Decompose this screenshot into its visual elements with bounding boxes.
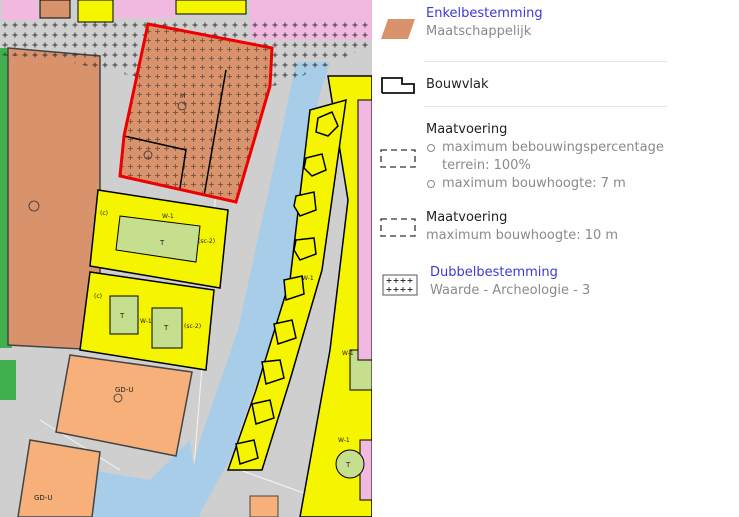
label-c: (c) — [94, 293, 102, 300]
legend-dubbelbestemming[interactable]: Dubbelbestemming Waarde - Archeologie - … — [372, 263, 739, 303]
groen-strip-left-2 — [0, 360, 16, 400]
label-m: M — [180, 93, 185, 100]
label-w1: W-1 — [338, 437, 350, 444]
purple-area-top-left — [115, 0, 175, 18]
legend-maatvoering-1[interactable]: Maatvoering maximum bebouwingspercentage… — [372, 120, 739, 196]
legend-dubbelbestemming-title: Dubbelbestemming — [430, 265, 558, 280]
orange-parallelogram-icon — [381, 19, 415, 39]
gemengd-block-3 — [249, 495, 279, 517]
map-view[interactable]: M T W-1 (c) (sc-2) T T W-1 (c) (sc-2) GD… — [0, 0, 372, 517]
crosses-rectangle-icon — [382, 274, 418, 296]
label-sc2: (sc-2) — [198, 238, 215, 245]
label-t: T — [163, 324, 169, 332]
dashed-rectangle-icon — [380, 149, 416, 168]
label-t: T — [159, 239, 165, 247]
legend-enkelbestemming[interactable]: Enkelbestemming Maatschappelijk — [372, 4, 739, 60]
label-c: (c) — [100, 210, 108, 217]
legend-bouwvlak[interactable]: Bouwvlak — [372, 68, 739, 104]
legend-maatvoering-2-subtitle: maximum bouwhoogte: 10 m — [426, 228, 619, 243]
legend-enkelbestemming-subtitle: Maatschappelijk — [426, 24, 532, 39]
label-w1: W-1 — [342, 350, 354, 357]
gemengd-block-2 — [17, 439, 101, 517]
bouwvlak-outline-icon — [381, 77, 415, 94]
label-w1: W-1 — [140, 318, 152, 325]
wonen-top-2 — [175, 0, 247, 15]
legend-maatvoering-1-list: maximum bebouwingspercentage terrein: 10… — [426, 139, 678, 193]
dashed-rectangle-icon — [380, 218, 416, 237]
maatschappelijk-top — [39, 0, 71, 19]
label-t: T — [345, 461, 351, 469]
label-w1: W-1 — [162, 213, 174, 220]
legend-maatvoering-1-bullet: maximum bebouwingspercentage terrein: 10… — [426, 139, 678, 175]
purple-strip-right — [357, 99, 372, 361]
legend-dubbelbestemming-subtitle: Waarde - Archeologie - 3 — [430, 283, 591, 298]
legend-maatvoering-1-title: Maatvoering — [426, 122, 508, 137]
purple-area-corner — [2, 0, 38, 20]
legend-maatvoering-2[interactable]: Maatvoering maximum bouwhoogte: 10 m — [372, 208, 739, 248]
label-t: T — [119, 312, 125, 320]
label-sc2: (sc-2) — [184, 323, 201, 330]
legend-bouwvlak-label: Bouwvlak — [426, 77, 489, 92]
legend-separator — [424, 106, 667, 107]
label-w1: W-1 — [302, 275, 314, 282]
label-gdu: GD-U — [115, 386, 133, 394]
label-gdu: GD-U — [34, 494, 52, 502]
legend-maatvoering-2-title: Maatvoering — [426, 210, 508, 225]
legend-maatvoering-1-bullet: maximum bouwhoogte: 7 m — [426, 175, 678, 193]
legend-panel: Enkelbestemming Maatschappelijk Bouwvlak… — [372, 0, 739, 517]
legend-enkelbestemming-title: Enkelbestemming — [426, 6, 543, 21]
wonen-top — [77, 0, 114, 23]
legend-separator — [424, 61, 667, 62]
